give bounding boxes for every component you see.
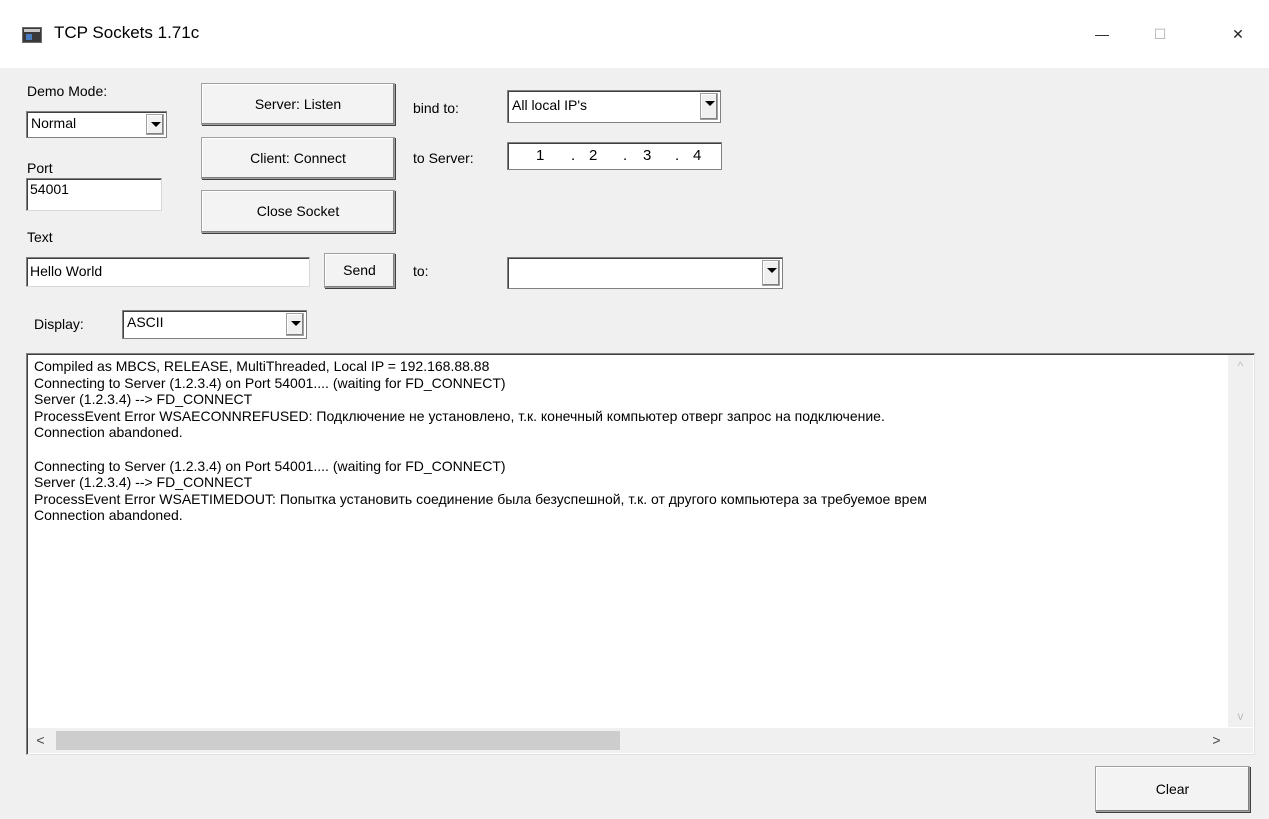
vertical-scrollbar[interactable]: ^ v [1228, 355, 1253, 727]
server-listen-button[interactable]: Server: Listen [201, 83, 395, 125]
port-label: Port [27, 160, 53, 176]
ip-octet-4[interactable]: 4 [693, 147, 701, 164]
text-label: Text [27, 229, 53, 245]
port-input[interactable]: 54001 [26, 178, 162, 211]
scrollbar-corner [1228, 728, 1253, 753]
minimize-icon[interactable]: — [1082, 18, 1122, 50]
scroll-up-icon[interactable]: ^ [1228, 357, 1253, 375]
scroll-down-icon[interactable]: v [1228, 707, 1253, 725]
demo-mode-value: Normal [31, 115, 77, 131]
display-value: ASCII [127, 314, 164, 330]
chevron-down-icon[interactable] [286, 313, 304, 336]
to-label: to: [413, 263, 429, 279]
clear-button[interactable]: Clear [1095, 766, 1250, 812]
to-server-label: to Server: [413, 150, 474, 166]
close-socket-button[interactable]: Close Socket [201, 190, 395, 233]
maximize-icon[interactable]: ☐ [1140, 18, 1180, 50]
ip-octet-1[interactable]: 1 [536, 147, 544, 164]
close-icon[interactable]: ✕ [1218, 18, 1258, 50]
display-label: Display: [34, 316, 84, 332]
bind-to-value: All local IP's [512, 97, 588, 113]
server-ip-input[interactable]: 1 . 2 . 3 . 4 [507, 142, 722, 170]
ip-octet-3[interactable]: 3 [643, 147, 651, 164]
chevron-down-icon[interactable] [762, 260, 780, 286]
horizontal-scroll-thumb[interactable] [56, 731, 620, 750]
display-select[interactable]: ASCII [122, 310, 307, 339]
chevron-down-icon[interactable] [146, 114, 164, 135]
demo-mode-select[interactable]: Normal [26, 111, 167, 138]
ip-separator: . [571, 147, 576, 164]
app-icon [22, 27, 42, 43]
ip-separator: . [623, 147, 628, 164]
send-button[interactable]: Send [324, 253, 395, 288]
log-text: Compiled as MBCS, RELEASE, MultiThreaded… [34, 358, 927, 524]
chevron-down-icon[interactable] [700, 93, 718, 120]
client-connect-button[interactable]: Client: Connect [201, 137, 395, 179]
demo-mode-label: Demo Mode: [27, 83, 108, 99]
ip-separator: . [675, 147, 680, 164]
bind-to-label: bind to: [413, 100, 459, 116]
bind-to-select[interactable]: All local IP's [507, 90, 721, 123]
scroll-left-icon[interactable]: < [28, 728, 53, 753]
scroll-right-icon[interactable]: > [1204, 728, 1229, 753]
to-select[interactable] [507, 257, 783, 289]
log-output[interactable]: Compiled as MBCS, RELEASE, MultiThreaded… [26, 353, 1255, 755]
text-input[interactable]: Hello World [26, 257, 310, 287]
title-bar: TCP Sockets 1.71c — ☐ ✕ [0, 0, 1269, 68]
ip-octet-2[interactable]: 2 [589, 147, 597, 164]
window-title: TCP Sockets 1.71c [54, 23, 200, 42]
horizontal-scrollbar[interactable]: < > [28, 728, 1229, 753]
